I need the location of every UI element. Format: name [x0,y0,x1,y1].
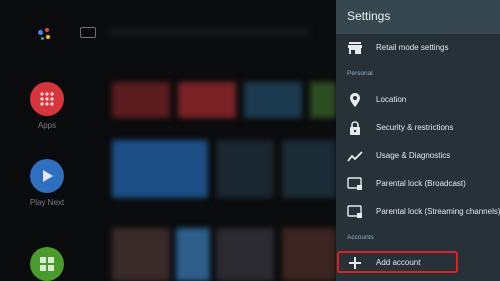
menu-item-usage-diagnostics[interactable]: Usage & Diagnostics [336,142,500,170]
tiles-icon [40,257,54,271]
content-tile[interactable] [244,82,302,118]
content-tile[interactable] [112,228,170,281]
menu-item-label: Parental lock (Streaming channels) [376,207,500,216]
content-tile[interactable] [176,228,210,281]
keyboard-icon [80,27,96,38]
menu-item-label: Retail mode settings [376,43,449,52]
menu-item-security[interactable]: Security & restrictions [336,114,500,142]
search-bar [110,28,310,36]
menu-item-label: Security & restrictions [376,123,454,132]
content-tile[interactable] [282,140,336,198]
home-screen-background: Apps Play Next [0,0,336,281]
menu-item-label: Parental lock (Broadcast) [376,179,466,188]
trending-icon [347,151,363,162]
content-tile[interactable] [178,82,236,118]
location-pin-icon [350,93,360,107]
google-assistant-icon [34,24,56,46]
menu-item-parental-lock-streaming[interactable]: Parental lock (Streaming channels) [336,198,500,226]
settings-panel: Settings Retail mode settings Personal L… [336,0,500,281]
section-header-accounts: Accounts [347,234,374,241]
content-tile[interactable] [216,140,274,198]
store-icon [348,42,362,54]
tv-lock-icon [347,205,362,218]
menu-item-label: Usage & Diagnostics [376,151,451,160]
apps-button[interactable] [30,82,64,116]
play-next-label: Play Next [29,198,65,207]
section-header-personal: Personal [347,70,373,77]
menu-item-retail-mode[interactable]: Retail mode settings [336,34,500,62]
settings-header: Settings [336,0,500,34]
grid-icon [40,92,54,106]
settings-title: Settings [347,9,391,23]
play-next-button[interactable] [30,159,64,193]
content-tile[interactable] [112,82,170,118]
menu-item-label: Location [376,95,407,104]
lock-icon [350,121,360,135]
content-tile[interactable] [216,228,274,281]
content-tile[interactable] [310,82,336,118]
focus-highlight [337,251,458,273]
apps-label: Apps [37,121,57,130]
app-launcher-button[interactable] [30,247,64,281]
menu-item-parental-lock-broadcast[interactable]: Parental lock (Broadcast) [336,170,500,198]
content-tile[interactable] [282,228,336,281]
play-icon [43,170,53,182]
menu-item-location[interactable]: Location [336,86,500,114]
content-tile[interactable] [112,140,208,198]
tv-lock-icon [347,177,362,190]
